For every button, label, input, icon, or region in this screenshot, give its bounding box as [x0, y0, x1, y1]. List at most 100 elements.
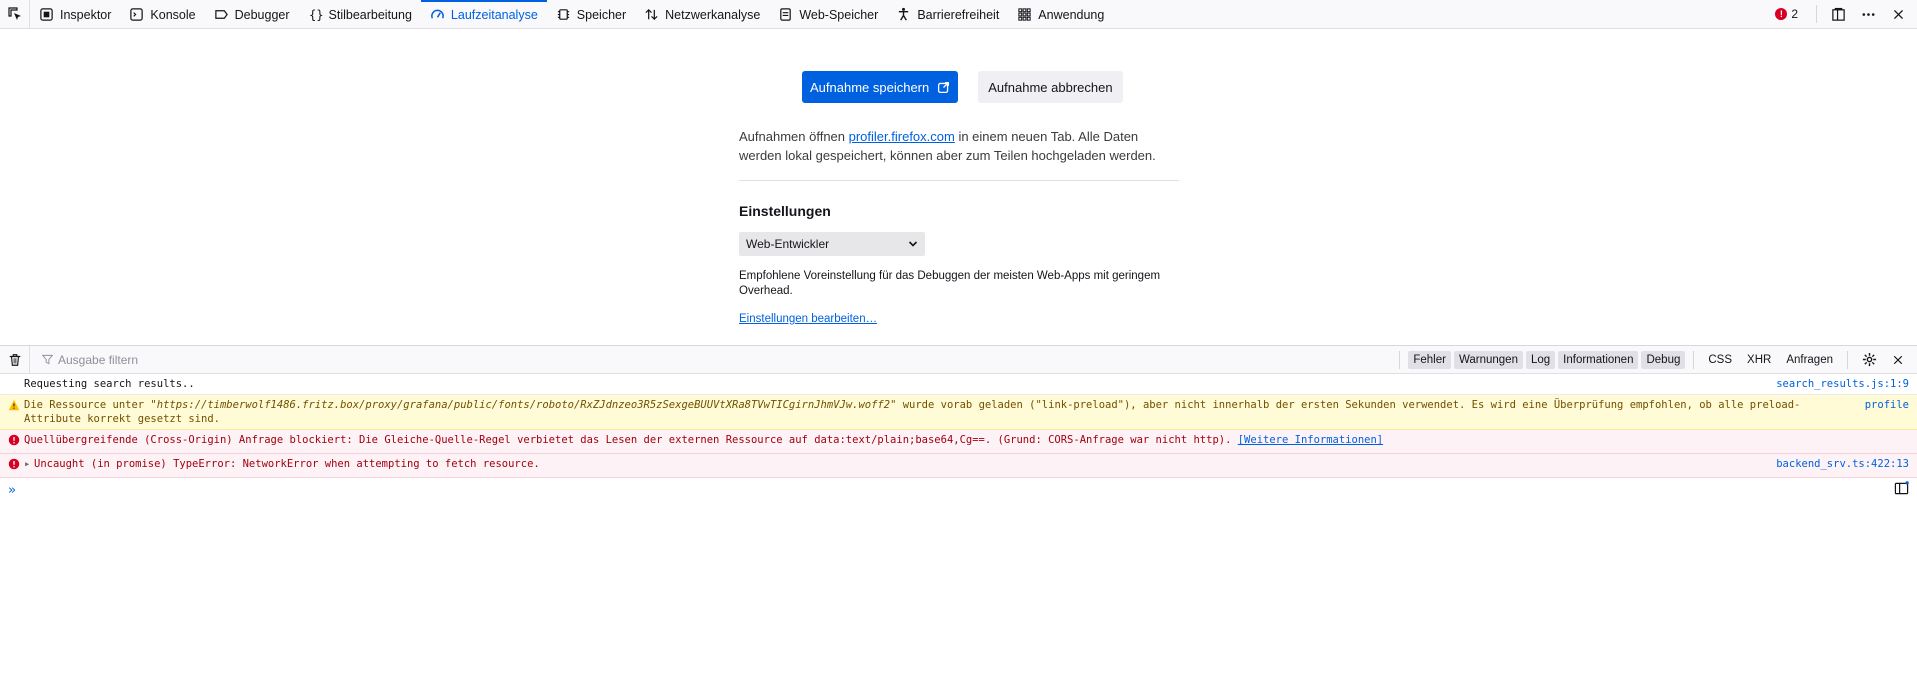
style-editor-icon: {} [308, 8, 322, 22]
tab-style-editor[interactable]: {} Stilbearbeitung [299, 0, 421, 29]
tab-network[interactable]: Netzwerkanalyse [635, 0, 769, 29]
save-recording-button[interactable]: Aufnahme speichern [802, 71, 959, 103]
accessibility-icon [899, 7, 909, 21]
tab-performance[interactable]: Laufzeitanalyse [420, 0, 547, 29]
preset-description: Empfohlene Voreinstellung für das Debugg… [739, 270, 1161, 297]
recording-description: Aufnahmen öffnen profiler.firefox.com in… [739, 127, 1179, 165]
filter-errors-button[interactable]: Fehler [1408, 350, 1451, 369]
message-text: Requesting search results.. [24, 378, 195, 390]
console-filter-buttons: Fehler Warnungen Log Informationen Debug… [1394, 348, 1917, 372]
close-icon [1893, 355, 1903, 364]
expand-arrow-icon[interactable]: ▸ [24, 457, 34, 471]
message-source-link[interactable]: profile [1865, 398, 1909, 412]
message-url: https://timberwolf1486.fritz.box/proxy/g… [156, 399, 891, 411]
element-picker-button[interactable] [0, 0, 30, 28]
edit-settings-link[interactable]: Einstellungen bearbeiten… [739, 313, 877, 325]
filter-xhr-button[interactable]: XHR [1741, 351, 1777, 369]
message-text: ▸ Uncaught (in promise) TypeError: Networ… [24, 457, 1766, 471]
filter-info-button[interactable]: Informationen [1558, 350, 1639, 369]
picker-icon [7, 7, 21, 20]
tab-label: Barrierefreiheit [917, 7, 1000, 22]
editor-mode-icon [1894, 481, 1909, 495]
editor-mode-toggle-button[interactable] [1894, 481, 1909, 499]
more-options-button[interactable] [1855, 2, 1881, 26]
filter-requests-button[interactable]: Anfragen [1780, 351, 1839, 369]
svg-text:{}: {} [308, 8, 322, 22]
close-icon [1893, 9, 1903, 19]
tab-application[interactable]: Anwendung [1008, 0, 1113, 29]
console-settings-button[interactable] [1856, 348, 1882, 372]
tab-label: Debugger [234, 7, 290, 22]
split-console: Ausgabe filtern Fehler Warnungen Log Inf… [0, 345, 1917, 700]
divider [739, 180, 1179, 181]
console-message-warning: Die Ressource unter "https://timberwolf1… [0, 395, 1917, 430]
storage-icon [780, 8, 792, 21]
memory-icon [557, 9, 569, 20]
recording-buttons: Aufnahme speichern Aufnahme abbrechen [802, 71, 1123, 103]
profiler-link[interactable]: profiler.firefox.com [849, 129, 955, 144]
console-icon [130, 8, 144, 21]
filter-css-button[interactable]: CSS [1702, 351, 1738, 369]
description-text: Aufnahmen öffnen [739, 129, 849, 144]
message-text: Quellübergreifende (Cross-Origin) Anfrag… [24, 433, 1909, 447]
divider [1847, 350, 1848, 369]
tab-label: Anwendung [1038, 7, 1105, 22]
console-message-log: Requesting search results.. search_resul… [0, 374, 1917, 395]
close-console-button[interactable] [1885, 348, 1911, 372]
close-devtools-button[interactable] [1885, 2, 1911, 26]
tab-label: Stilbearbeitung [328, 7, 412, 22]
message-text-part: Uncaught (in promise) TypeError: Network… [34, 458, 540, 470]
filter-placeholder: Ausgabe filtern [58, 352, 139, 367]
console-message-error: ▸ Uncaught (in promise) TypeError: Networ… [0, 454, 1917, 478]
cancel-recording-button[interactable]: Aufnahme abbrechen [978, 71, 1123, 103]
tab-label: Speicher [576, 7, 627, 22]
inspector-icon [40, 8, 53, 21]
devtools-toolbar: Inspektor Konsole Debugger {} Stilbearbe… [0, 0, 1917, 29]
message-source-link[interactable]: backend_srv.ts:422:13 [1776, 457, 1909, 471]
prompt-chevron-icon: » [8, 482, 16, 498]
divider [1399, 350, 1401, 369]
divider [1816, 5, 1817, 23]
tab-console[interactable]: Konsole [120, 0, 204, 29]
message-text: Die Ressource unter "https://timberwolf1… [24, 398, 1855, 426]
toolbar-right: ! 2 [1765, 0, 1917, 28]
settings-heading: Einstellungen [739, 203, 831, 219]
divider [1693, 350, 1695, 369]
cancel-recording-label: Aufnahme abbrechen [988, 79, 1113, 95]
performance-icon [431, 9, 444, 19]
clear-console-button[interactable] [0, 345, 30, 374]
error-count-badge[interactable]: ! 2 [1765, 7, 1808, 21]
message-text-part: Quellübergreifende (Cross-Origin) Anfrag… [24, 434, 1238, 446]
tab-memory[interactable]: Speicher [547, 0, 635, 29]
more-info-link[interactable]: [Weitere Informationen] [1238, 434, 1383, 446]
tab-label: Laufzeitanalyse [450, 7, 538, 22]
dock-toggle-button[interactable] [1825, 2, 1851, 26]
application-icon [1018, 8, 1031, 21]
more-icon [1862, 12, 1874, 16]
console-filter-input[interactable]: Ausgabe filtern [30, 353, 138, 367]
filter-log-button[interactable]: Log [1525, 350, 1556, 369]
tab-accessibility[interactable]: Barrierefreiheit [887, 0, 1008, 29]
preset-value: Web-Entwickler [746, 237, 830, 251]
error-icon [8, 458, 24, 474]
tab-storage[interactable]: Web-Speicher [769, 0, 887, 29]
tab-debugger[interactable]: Debugger [205, 0, 299, 29]
trash-icon [9, 353, 20, 366]
tab-label: Netzwerkanalyse [665, 7, 761, 22]
warning-icon [8, 399, 24, 415]
profiler-panel: Aufnahme speichern Aufnahme abbrechen Au… [0, 29, 1917, 345]
filter-warnings-button[interactable]: Warnungen [1453, 350, 1523, 369]
console-input-row[interactable]: » [0, 478, 1917, 502]
preset-select[interactable]: Web-Entwickler [739, 232, 925, 256]
error-count: 2 [1791, 7, 1798, 21]
filter-debug-button[interactable]: Debug [1641, 350, 1686, 369]
tab-inspector[interactable]: Inspektor [30, 0, 120, 29]
console-message-error: Quellübergreifende (Cross-Origin) Anfrag… [0, 430, 1917, 454]
message-source-link[interactable]: search_results.js:1:9 [1776, 377, 1909, 391]
tab-label: Inspektor [60, 7, 112, 22]
dock-icon [1831, 7, 1845, 21]
network-icon [645, 8, 658, 21]
message-text-part: Die Ressource unter " [24, 399, 157, 411]
debugger-icon [214, 10, 228, 19]
filter-icon [42, 354, 53, 365]
